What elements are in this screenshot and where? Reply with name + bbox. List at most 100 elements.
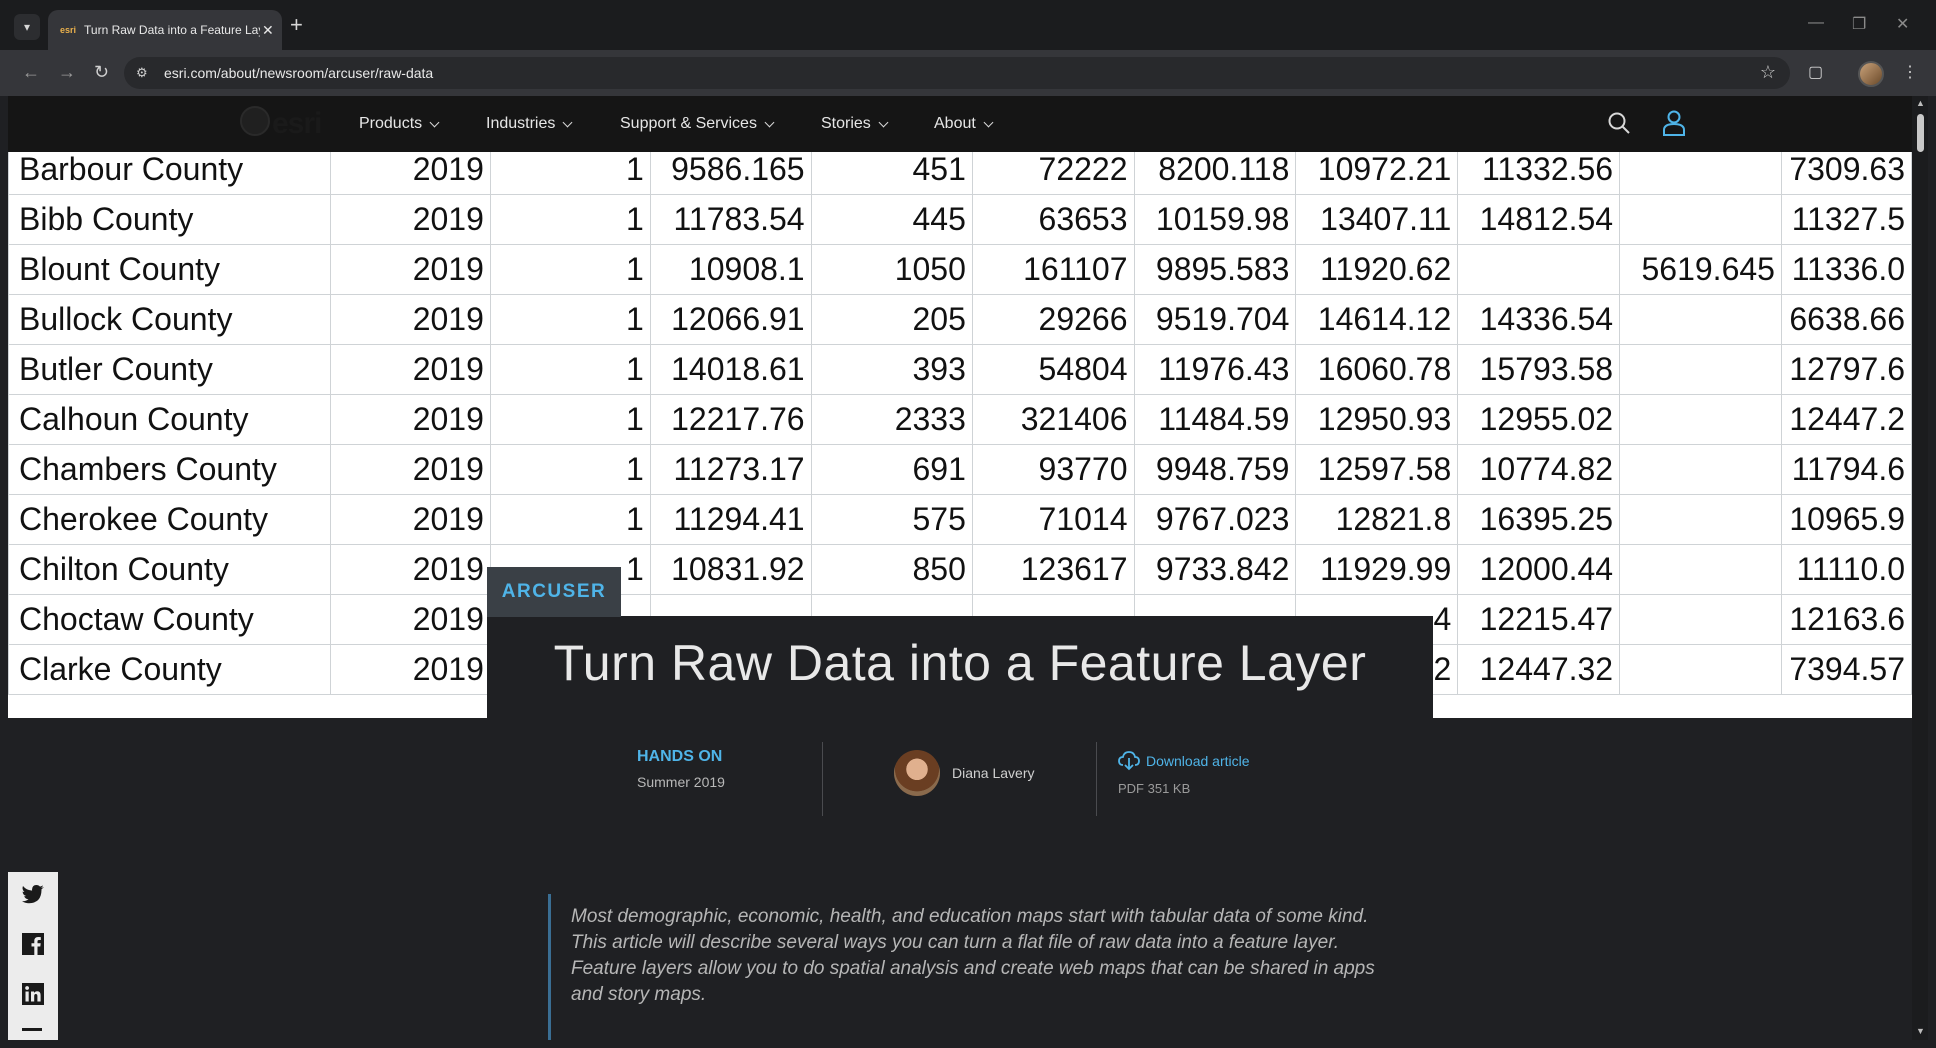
scroll-down-icon[interactable]: ▼	[1916, 1026, 1925, 1036]
globe-icon	[240, 106, 270, 136]
table-cell: 2019	[329, 444, 491, 495]
nav-support-services[interactable]: Support & Services	[620, 96, 775, 152]
table-cell: 54804	[971, 344, 1135, 395]
article-intro: Most demographic, economic, health, and …	[548, 894, 1391, 1040]
table-cell	[1619, 494, 1782, 545]
author-block: Diana Lavery	[894, 750, 1035, 796]
profile-avatar[interactable]	[1858, 61, 1884, 87]
table-cell: 12066.91	[649, 294, 812, 345]
back-icon[interactable]: ←	[22, 62, 40, 83]
category-link[interactable]: HANDS ON	[637, 748, 725, 766]
table-cell: 12950.93	[1295, 394, 1459, 445]
extensions-icon[interactable]: ▢	[1808, 62, 1823, 82]
table-cell: 2019	[329, 344, 491, 395]
table-cell: 12597.58	[1295, 444, 1459, 495]
table-cell: 11794.6	[1780, 444, 1912, 495]
article-title: Turn Raw Data into a Feature Layer	[553, 635, 1367, 691]
table-cell: 850	[810, 544, 973, 595]
table-cell: 11273.17	[649, 444, 812, 495]
nav-about[interactable]: About	[934, 96, 994, 152]
browser-tab[interactable]: esri Turn Raw Data into a Feature Layer …	[48, 10, 282, 50]
table-cell: 9948.759	[1133, 444, 1297, 495]
table-cell	[1619, 152, 1782, 195]
url-text[interactable]: esri.com/about/newsroom/arcuser/raw-data	[164, 65, 433, 81]
bookmark-star-icon[interactable]: ☆	[1760, 62, 1776, 83]
user-account-icon[interactable]	[1662, 109, 1686, 137]
table-cell: 11920.62	[1295, 244, 1459, 295]
table-cell: 9519.704	[1133, 294, 1297, 345]
new-tab-button[interactable]: +	[290, 14, 303, 36]
address-bar[interactable]: ⚙ esri.com/about/newsroom/arcuser/raw-da…	[124, 57, 1790, 89]
table-cell: 1	[489, 194, 651, 245]
table-cell: 11294.41	[649, 494, 812, 545]
nav-industries[interactable]: Industries	[486, 96, 573, 152]
table-cell: 12163.6	[1780, 594, 1912, 645]
meta-divider	[822, 742, 823, 816]
close-tab-icon[interactable]: ✕	[262, 22, 274, 39]
table-cell: 8200.118	[1133, 152, 1297, 195]
download-label: Download article	[1146, 753, 1250, 769]
table-cell: 12000.44	[1457, 544, 1621, 595]
table-row: Bibb County 2019 1 11783.54 445 63653 10159.98…	[8, 194, 1912, 245]
table-cell: 11929.99	[1295, 544, 1459, 595]
scroll-thumb[interactable]	[1917, 114, 1924, 152]
browser-tab-strip: ▾ esri Turn Raw Data into a Feature Laye…	[0, 0, 1936, 50]
table-cell: 11336.0	[1780, 244, 1912, 295]
browser-menu-icon[interactable]: ⋮	[1902, 62, 1918, 82]
linkedin-icon[interactable]	[21, 982, 45, 1006]
nav-label: Stories	[821, 115, 871, 132]
nav-label: Support & Services	[620, 115, 757, 132]
data-table: Barbour County 2019 1 9586.165 451 72222 8200.…	[8, 152, 1912, 695]
table-cell: 14812.54	[1457, 194, 1621, 245]
chevron-down-icon	[983, 117, 994, 127]
scroll-up-icon[interactable]: ▲	[1916, 98, 1925, 108]
article-category: HANDS ON Summer 2019	[637, 748, 725, 790]
table-cell	[1619, 394, 1782, 445]
twitter-icon[interactable]	[21, 882, 45, 906]
chevron-down-icon	[562, 117, 573, 127]
reload-icon[interactable]: ↻	[94, 62, 109, 83]
intro-text: Most demographic, economic, health, and …	[571, 906, 1375, 1005]
table-cell: 10831.92	[649, 544, 812, 595]
table-cell: 10159.98	[1133, 194, 1297, 245]
facebook-icon[interactable]	[21, 932, 45, 956]
table-cell: 14018.61	[649, 344, 812, 395]
nav-stories[interactable]: Stories	[821, 96, 889, 152]
nav-label: About	[934, 115, 976, 132]
table-row: Bullock County 2019 1 12066.91 205 29266 9519.…	[8, 294, 1912, 345]
table-cell: 9733.842	[1133, 544, 1297, 595]
share-icon[interactable]	[22, 1028, 42, 1040]
table-cell: 16395.25	[1457, 494, 1621, 545]
site-info-icon[interactable]: ⚙	[136, 65, 152, 81]
table-cell: 575	[810, 494, 973, 545]
table-cell: 11484.59	[1133, 394, 1297, 445]
table-cell: 14614.12	[1295, 294, 1459, 345]
download-link[interactable]: Download article	[1118, 751, 1250, 771]
table-cell: 123617	[971, 544, 1135, 595]
table-cell: 7309.63	[1780, 152, 1912, 195]
table-cell	[1619, 294, 1782, 345]
page-scrollbar[interactable]: ▲ ▼	[1912, 96, 1928, 1040]
table-cell: 13407.11	[1295, 194, 1459, 245]
table-cell: 321406	[971, 394, 1135, 445]
table-cell: 1050	[810, 244, 973, 295]
nav-products[interactable]: Products	[359, 96, 440, 152]
table-cell: 12447.32	[1457, 644, 1621, 695]
search-icon[interactable]	[1606, 110, 1632, 136]
arcuser-badge[interactable]: ARCUSER	[487, 567, 621, 617]
table-row: Chambers County 2019 1 11273.17 691 93770 9948…	[8, 444, 1912, 495]
close-window-icon[interactable]: ✕	[1896, 14, 1909, 34]
restore-icon[interactable]: ❐	[1852, 14, 1866, 34]
table-cell: 5619.645	[1619, 244, 1782, 295]
tab-search-button[interactable]: ▾	[14, 14, 40, 40]
forward-icon[interactable]: →	[58, 62, 76, 83]
nav-label: Industries	[486, 115, 556, 132]
esri-logo[interactable]: esri	[240, 106, 322, 141]
minimize-icon[interactable]: —	[1808, 14, 1824, 32]
table-cell: 2019	[329, 244, 491, 295]
county-cell: Clarke County	[8, 644, 331, 695]
cloud-download-icon	[1118, 751, 1140, 771]
tab-title: Turn Raw Data into a Feature Layer	[84, 23, 261, 37]
table-cell: 691	[810, 444, 973, 495]
chevron-down-icon	[878, 117, 889, 127]
